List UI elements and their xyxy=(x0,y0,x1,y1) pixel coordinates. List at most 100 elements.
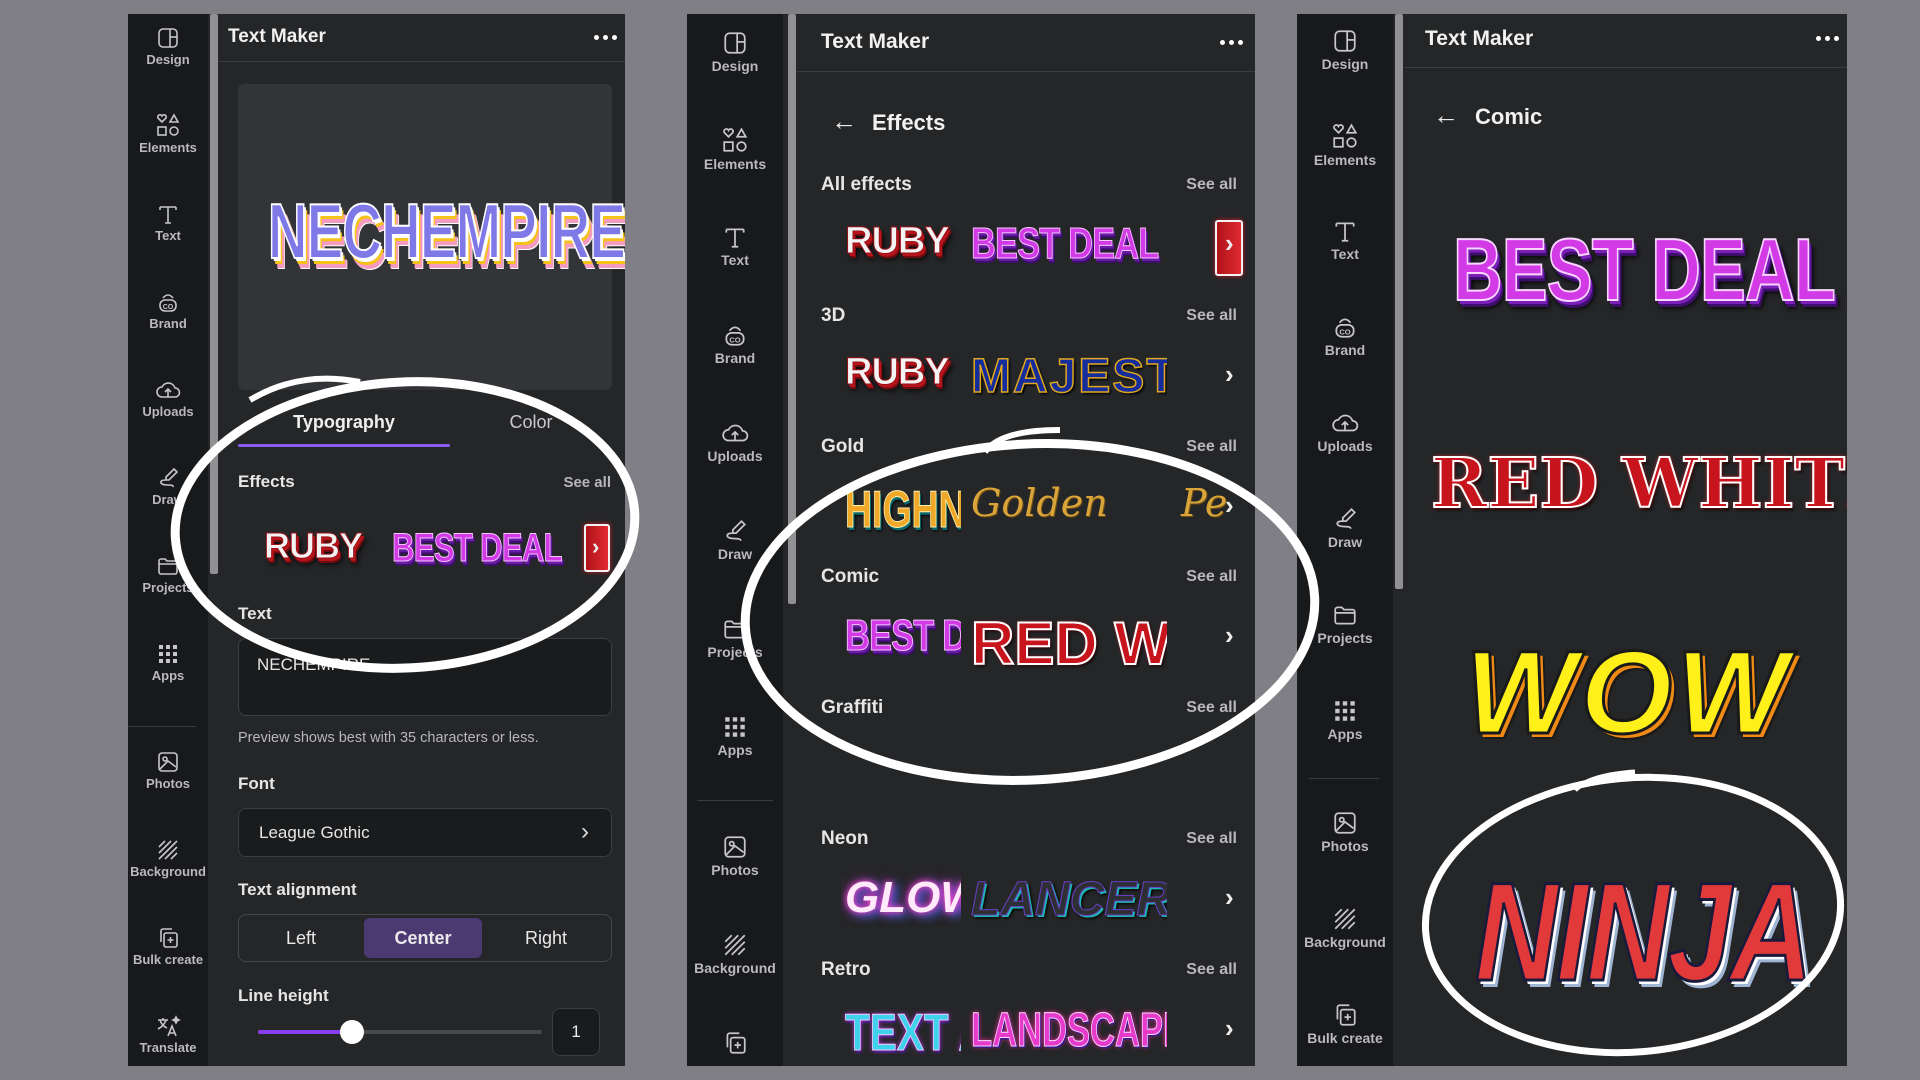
sidebar-item-photos[interactable]: Photos xyxy=(128,750,208,791)
effect-tile[interactable]: RUBY xyxy=(841,208,961,288)
effect-tile[interactable]: Pe xyxy=(1177,470,1227,550)
sidebar-item-background[interactable]: Background xyxy=(128,838,208,879)
sidebar-item-apps[interactable]: Apps xyxy=(128,642,208,683)
row-next-arrow[interactable]: › xyxy=(1225,882,1234,913)
sidebar-item-uploads[interactable]: Uploads xyxy=(128,378,208,419)
align-left-button[interactable]: Left xyxy=(242,918,360,958)
effect-tile[interactable]: Golden xyxy=(967,470,1167,550)
see-all-link[interactable]: See all xyxy=(1186,568,1237,586)
see-all-link[interactable]: See all xyxy=(1186,438,1237,456)
tab-color[interactable]: Color xyxy=(450,412,612,433)
sidebar-item-design[interactable]: Design xyxy=(1297,28,1393,72)
sidebar-item-projects[interactable]: Projects xyxy=(1297,602,1393,646)
effect-sample-text: LANCER xyxy=(971,873,1168,926)
sidebar-item-elements[interactable]: Elements xyxy=(128,112,208,155)
text-input[interactable]: NECHEMPIRE xyxy=(238,638,612,716)
effect-sample-text: RUBY xyxy=(845,351,951,393)
apps-grid-icon xyxy=(159,645,177,663)
sidebar-item-draw[interactable]: Draw xyxy=(687,518,783,562)
back-arrow-icon[interactable]: ← xyxy=(1433,100,1459,131)
panel-comic: Design Elements Text CO Brand Uploads Dr… xyxy=(1297,14,1847,1066)
sidebar-item-bulk-create[interactable]: Bulk create xyxy=(1297,1002,1393,1046)
effect-tile[interactable]: BEST DEAL xyxy=(967,208,1167,288)
sidebar-item-draw[interactable]: Draw xyxy=(128,466,208,507)
sidebar-item-design[interactable]: Design xyxy=(687,30,783,74)
sidebar-item-photos[interactable]: Photos xyxy=(687,834,783,878)
more-options-icon[interactable] xyxy=(1220,40,1243,45)
back-arrow-icon[interactable]: ← xyxy=(831,106,857,137)
effect-tile-ruby[interactable]: RUBY xyxy=(258,514,368,574)
scrollbar[interactable] xyxy=(210,14,218,574)
header: Text Maker xyxy=(218,14,625,62)
row-next-arrow[interactable]: › xyxy=(1225,620,1234,651)
align-right-button[interactable]: Right xyxy=(486,918,606,958)
sidebar-item-brand[interactable]: CO Brand xyxy=(687,322,783,366)
sidebar-item-brand[interactable]: CO Brand xyxy=(128,290,208,331)
sidebar-item-projects[interactable]: Projects xyxy=(128,554,208,595)
panel-typography: Design Elements Text CO Brand Uploads Dr… xyxy=(128,14,625,1066)
line-height-value-input[interactable]: 1 xyxy=(552,1008,600,1056)
row-next-arrow[interactable]: › xyxy=(1225,359,1234,390)
see-all-link[interactable]: See all xyxy=(1186,830,1237,848)
folder-icon xyxy=(1334,606,1356,625)
tab-typography[interactable]: Typography xyxy=(238,412,450,433)
comic-effect-ninja[interactable]: NINJA xyxy=(1465,844,1845,1024)
see-all-link[interactable]: See all xyxy=(1186,307,1237,325)
sidebar-item-text[interactable]: Text xyxy=(1297,218,1393,262)
row-next-arrow[interactable]: › xyxy=(1225,490,1234,521)
effect-tile[interactable]: MAJESTI xyxy=(967,339,1167,419)
sidebar-item-apps[interactable]: Apps xyxy=(1297,698,1393,742)
line-height-slider-thumb[interactable] xyxy=(339,1020,364,1044)
section-label: All effects xyxy=(821,174,912,195)
effects-see-all-link[interactable]: See all xyxy=(563,474,611,491)
effect-sample-text: LANDSCAPE xyxy=(971,1004,1167,1057)
effect-tile[interactable]: RED W xyxy=(967,600,1167,680)
sidebar-item-uploads[interactable]: Uploads xyxy=(1297,410,1393,454)
more-options-icon[interactable] xyxy=(1816,36,1839,41)
see-all-link[interactable]: See all xyxy=(1186,961,1237,979)
row-next-arrow[interactable]: › xyxy=(1225,228,1234,259)
app-title: Text Maker xyxy=(821,30,930,53)
comic-effect-red-white[interactable]: RED WHITE xyxy=(1425,434,1847,544)
sidebar-item-elements[interactable]: Elements xyxy=(687,126,783,172)
sidebar-item-uploads[interactable]: Uploads xyxy=(687,420,783,464)
sidebar-divider xyxy=(128,726,196,727)
see-all-link[interactable]: See all xyxy=(1186,699,1237,717)
comic-effect-wow[interactable]: WOW xyxy=(1445,614,1825,784)
translate-icon xyxy=(157,1015,181,1037)
sidebar-item-bulk-create[interactable]: Bulk create xyxy=(128,926,208,967)
sidebar-item-draw[interactable]: Draw xyxy=(1297,506,1393,550)
sidebar-item-background[interactable]: Background xyxy=(687,932,783,976)
effects-next-arrow[interactable]: › xyxy=(592,534,599,560)
effect-tile[interactable]: TEXT ART xyxy=(841,993,961,1066)
effect-tile[interactable]: RUBY xyxy=(841,339,961,419)
sidebar-item-elements[interactable]: Elements xyxy=(1297,122,1393,168)
sidebar-item-photos[interactable]: Photos xyxy=(1297,810,1393,854)
effect-tile[interactable]: HIGHNESS xyxy=(841,470,961,550)
effect-tile[interactable]: GLOW xyxy=(841,862,961,942)
effect-tile[interactable]: LANDSCAPE xyxy=(967,993,1167,1066)
sidebar-item-projects[interactable]: Projects xyxy=(687,616,783,660)
sidebar-item-apps[interactable]: Apps xyxy=(687,714,783,758)
scrollbar[interactable] xyxy=(1395,14,1403,589)
scrollbar[interactable] xyxy=(788,14,796,604)
sidebar-item-text[interactable]: Text xyxy=(687,224,783,268)
effect-tile-best-deal[interactable]: BEST DEAL xyxy=(386,514,563,574)
row-next-arrow[interactable]: › xyxy=(1225,1013,1234,1044)
sidebar-item-translate[interactable]: Translate xyxy=(128,1014,208,1055)
sidebar-item-brand[interactable]: CO Brand xyxy=(1297,314,1393,358)
design-icon xyxy=(1334,30,1356,52)
effect-sample-text: BEST DEAL xyxy=(971,219,1160,268)
more-options-icon[interactable] xyxy=(594,35,617,40)
effect-tile[interactable]: LANCER xyxy=(967,862,1168,942)
font-dropdown[interactable]: League Gothic › xyxy=(238,808,612,857)
sidebar-item-design[interactable]: Design xyxy=(128,26,208,67)
align-center-button[interactable]: Center xyxy=(364,918,482,958)
sidebar-item-text[interactable]: Text xyxy=(128,202,208,243)
sidebar-item-background[interactable]: Background xyxy=(1297,906,1393,950)
text-alignment-label: Text alignment xyxy=(238,880,357,899)
see-all-link[interactable]: See all xyxy=(1186,176,1237,194)
effect-tile[interactable]: BEST DEAL xyxy=(841,600,961,680)
sidebar-item-bulk-create[interactable] xyxy=(687,1030,783,1058)
comic-effect-best-deal[interactable]: BEST DEAL xyxy=(1445,214,1836,324)
